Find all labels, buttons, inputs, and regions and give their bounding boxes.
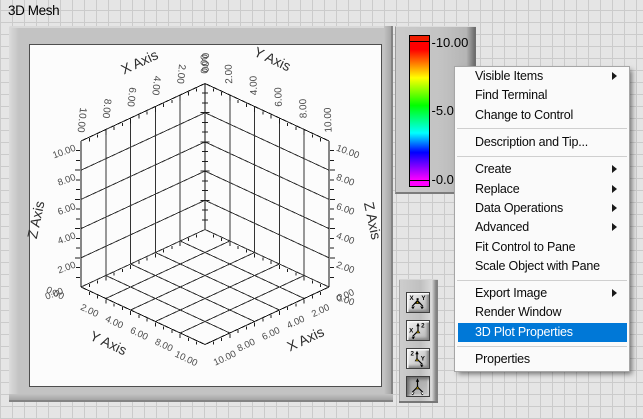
- svg-text:Z Axis: Z Axis: [24, 199, 48, 240]
- svg-text:8.00: 8.00: [236, 337, 257, 355]
- svg-text:2.00: 2.00: [79, 302, 100, 320]
- svg-text:2.00: 2.00: [310, 302, 331, 320]
- svg-text:6.00: 6.00: [56, 201, 77, 218]
- svg-text:2.00: 2.00: [335, 260, 356, 277]
- svg-text:10.00: 10.00: [75, 107, 89, 133]
- svg-text:10.00: 10.00: [51, 143, 77, 161]
- svg-text:8.00: 8.00: [100, 98, 113, 119]
- svg-text:Z Axis: Z Axis: [361, 200, 385, 241]
- svg-text:8.00: 8.00: [56, 172, 77, 189]
- svg-text:Y Axis: Y Axis: [252, 43, 294, 74]
- svg-text:2.00: 2.00: [224, 64, 236, 84]
- svg-text:8.00: 8.00: [298, 98, 310, 118]
- svg-text:2: 2: [421, 322, 425, 329]
- svg-text:6.00: 6.00: [124, 87, 137, 108]
- svg-text:10.00: 10.00: [173, 349, 199, 369]
- svg-text:6.00: 6.00: [335, 201, 356, 218]
- svg-text:2.00: 2.00: [174, 64, 187, 85]
- svg-text:X Axis: X Axis: [118, 46, 160, 77]
- svg-text:2.00: 2.00: [56, 260, 77, 277]
- svg-text:Y Axis: Y Axis: [88, 327, 130, 358]
- svg-text:6.00: 6.00: [128, 325, 149, 343]
- svg-text:Y: Y: [421, 355, 426, 362]
- svg-text:0.00: 0.00: [199, 54, 210, 74]
- svg-text:Y: Y: [421, 295, 426, 302]
- svg-text:8.00: 8.00: [335, 172, 356, 189]
- svg-text:4.00: 4.00: [248, 75, 260, 95]
- svg-text:10.00: 10.00: [212, 349, 238, 369]
- svg-text:2: 2: [410, 350, 414, 357]
- svg-text:8.00: 8.00: [153, 337, 174, 355]
- svg-text:X: X: [409, 327, 414, 334]
- svg-text:X: X: [410, 295, 415, 302]
- svg-text:4.00: 4.00: [149, 75, 162, 96]
- svg-text:4.00: 4.00: [285, 314, 306, 332]
- svg-text:4.00: 4.00: [103, 314, 124, 332]
- svg-text:6.00: 6.00: [260, 325, 281, 343]
- svg-text:4.00: 4.00: [335, 230, 356, 247]
- svg-text:10.00: 10.00: [335, 143, 361, 161]
- svg-text:6.00: 6.00: [273, 87, 285, 107]
- svg-text:4.00: 4.00: [56, 230, 77, 247]
- svg-text:10.00: 10.00: [323, 107, 335, 133]
